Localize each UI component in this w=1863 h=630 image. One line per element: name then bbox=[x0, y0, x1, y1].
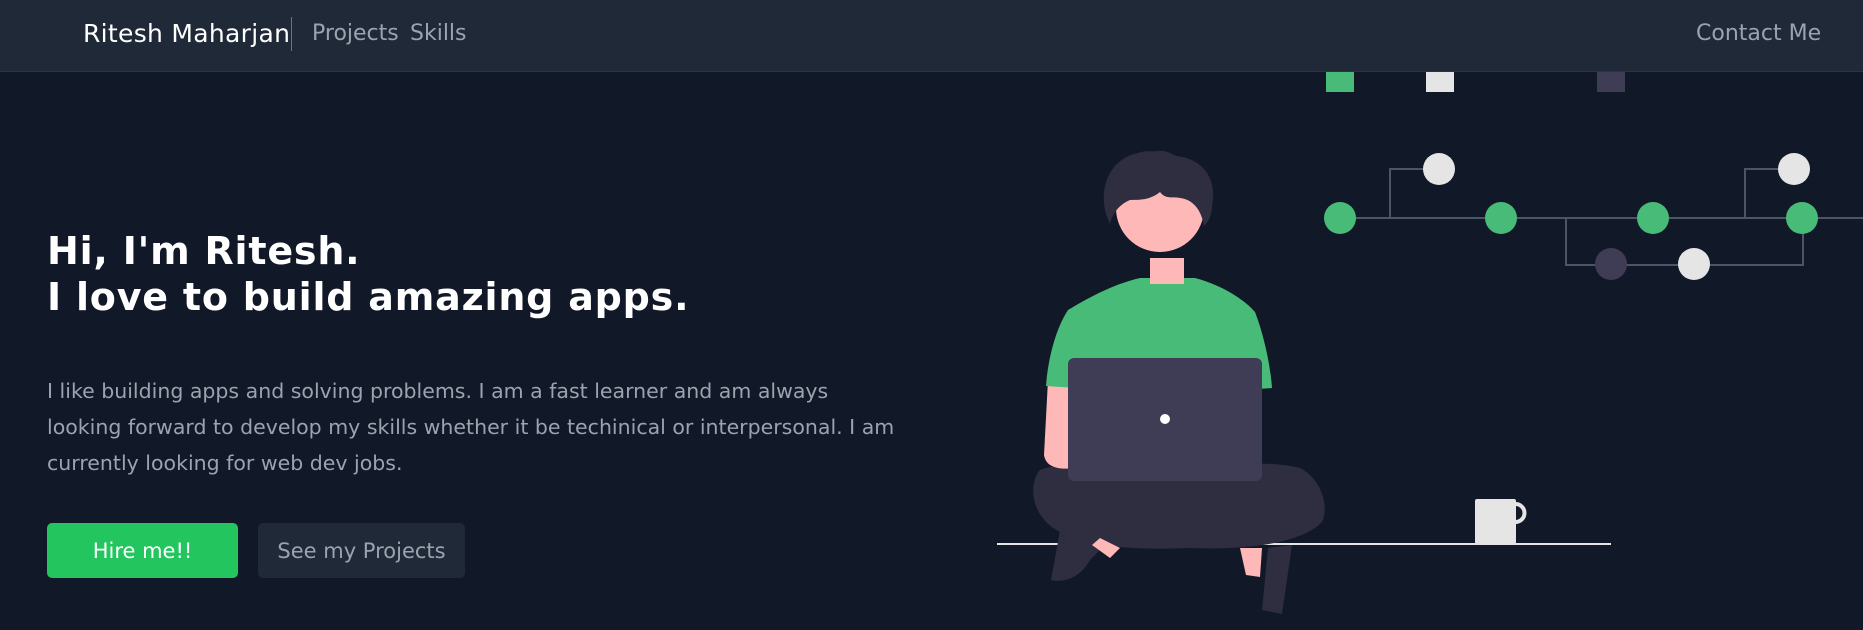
graph-node bbox=[1786, 202, 1818, 234]
hero-title-line-2: I love to build amazing apps. bbox=[47, 275, 690, 319]
nav-link-projects[interactable]: Projects bbox=[312, 21, 399, 46]
see-projects-button[interactable]: See my Projects bbox=[258, 523, 465, 578]
graph-node bbox=[1423, 153, 1455, 185]
navbar: Ritesh Maharjan Projects Skills Contact … bbox=[0, 0, 1863, 72]
hero-title-line-1: Hi, I'm Ritesh. bbox=[47, 229, 361, 273]
nav-divider bbox=[291, 17, 292, 51]
developer-with-laptop-illustration bbox=[997, 72, 1863, 614]
graph-node bbox=[1678, 248, 1710, 280]
mug-icon bbox=[1475, 499, 1527, 544]
graph-node bbox=[1778, 153, 1810, 185]
nav-link-skills[interactable]: Skills bbox=[410, 21, 467, 46]
square-node-light bbox=[1426, 72, 1454, 92]
hero-description: I like building apps and solving problem… bbox=[47, 379, 895, 475]
graph-node bbox=[1324, 202, 1356, 234]
graph-node bbox=[1595, 248, 1627, 280]
nav-link-contact[interactable]: Contact Me bbox=[1696, 21, 1821, 46]
brand-name[interactable]: Ritesh Maharjan bbox=[83, 19, 290, 48]
hire-me-button[interactable]: Hire me!! bbox=[47, 523, 238, 578]
connection-graph bbox=[1340, 168, 1863, 266]
square-node-dark bbox=[1597, 72, 1625, 92]
graph-node bbox=[1485, 202, 1517, 234]
square-node-green bbox=[1326, 72, 1354, 92]
hero-title: Hi, I'm Ritesh. I love to build amazing … bbox=[47, 228, 689, 320]
graph-node bbox=[1637, 202, 1669, 234]
